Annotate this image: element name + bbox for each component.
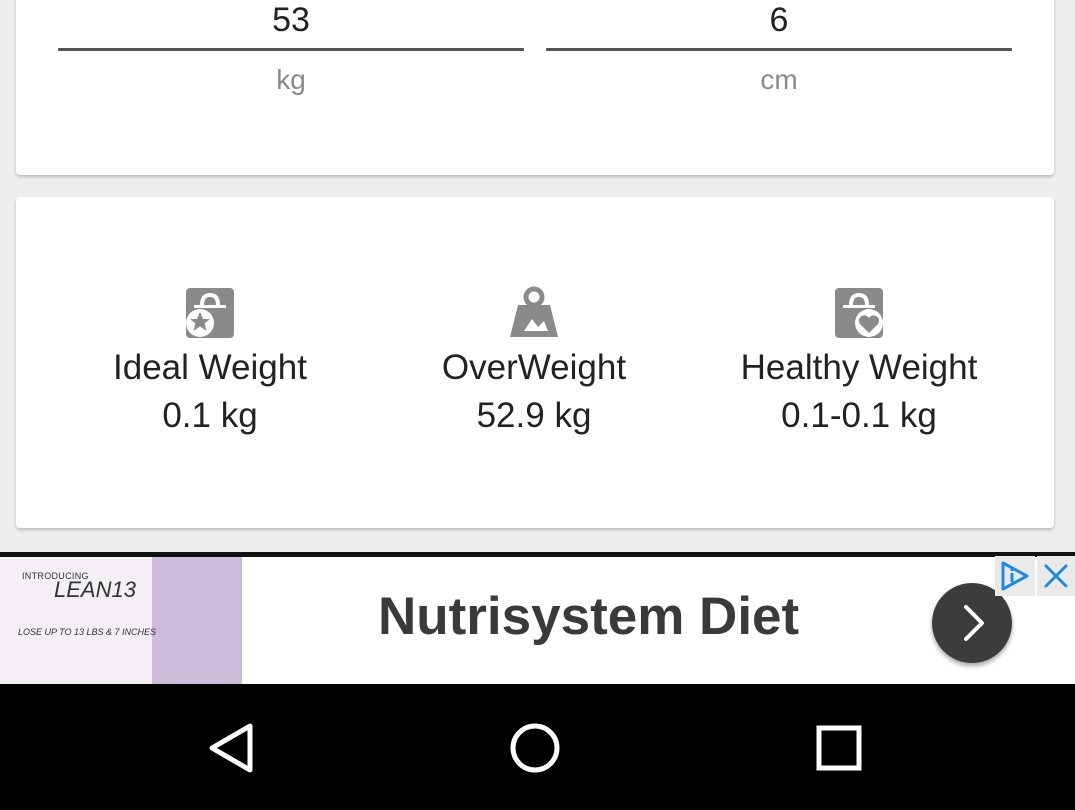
ad-close-button[interactable] (1037, 556, 1075, 596)
home-circle-icon (510, 723, 560, 773)
scale-heart-icon (835, 288, 883, 338)
healthy-weight-stat: Healthy Weight 0.1-0.1 kg (699, 285, 1019, 441)
adchoices-icon[interactable] (995, 556, 1035, 596)
healthy-weight-value: 0.1-0.1 kg (781, 396, 937, 435)
nav-home-button[interactable] (503, 716, 567, 780)
nav-recents-button[interactable] (807, 716, 871, 780)
scale-star-icon (186, 288, 234, 338)
height-input-underline (546, 48, 1012, 51)
healthy-weight-label: Healthy Weight (740, 348, 978, 387)
ad-banner[interactable]: INTRODUCING LEAN13 LOSE UP TO 13 LBS & 7… (0, 552, 1075, 684)
close-icon (1044, 564, 1068, 588)
ideal-weight-label: Ideal Weight (113, 348, 307, 387)
ad-image-brand: LEAN13 (54, 577, 136, 602)
height-unit-label: cm (760, 64, 798, 95)
overweight-label: OverWeight (441, 348, 627, 387)
weight-input[interactable]: 53 (58, 0, 524, 48)
weight-field[interactable]: 53 kg (58, 0, 524, 97)
height-field[interactable]: 6 cm (546, 0, 1012, 97)
ideal-weight-value: 0.1 kg (162, 396, 258, 435)
ad-photo (152, 557, 242, 684)
results-card: Ideal Weight 0.1 kg OverWeight 52.9 kg H… (16, 197, 1054, 528)
overweight-stat: OverWeight 52.9 kg (374, 285, 694, 441)
height-input[interactable]: 6 (546, 0, 1012, 48)
system-navigation-bar (0, 684, 1075, 810)
ideal-weight-stat: Ideal Weight 0.1 kg (50, 285, 370, 441)
weight-icon (510, 286, 558, 337)
back-triangle-icon (209, 723, 253, 773)
ad-image-tagline: LOSE UP TO 13 LBS & 7 INCHES (18, 627, 157, 637)
measurement-input-card: 53 kg 6 cm (16, 0, 1054, 175)
recents-square-icon (816, 725, 862, 771)
weight-input-underline (58, 48, 524, 51)
nav-back-button[interactable] (200, 716, 264, 780)
overweight-value: 52.9 kg (476, 396, 592, 435)
weight-unit-label: kg (276, 64, 306, 95)
ad-image[interactable]: INTRODUCING LEAN13 LOSE UP TO 13 LBS & 7… (0, 557, 242, 684)
ad-title[interactable]: Nutrisystem Diet (378, 587, 799, 647)
